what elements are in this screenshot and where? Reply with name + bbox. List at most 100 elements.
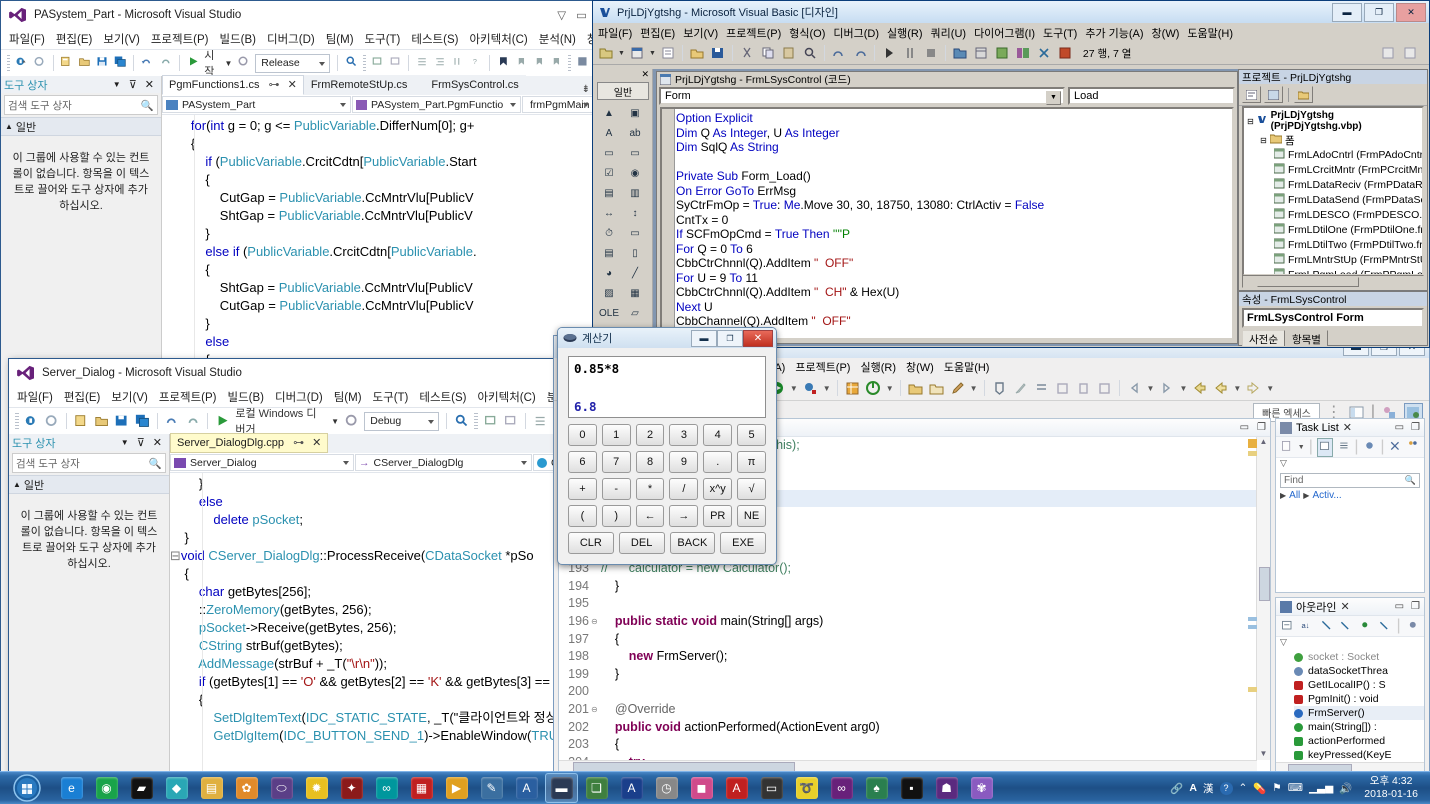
task-list-minimize-icon[interactable]: ▭ [1395, 422, 1404, 433]
project-hscroll-thumb[interactable] [1257, 277, 1359, 287]
calc-key-3[interactable]: 3 [669, 424, 699, 446]
outline-collapse-row[interactable]: ▽ [1276, 637, 1424, 650]
calc-key-2[interactable]: 2 [635, 424, 665, 446]
menu-file[interactable]: 파일(F) [17, 389, 53, 405]
timer-icon[interactable]: ⏱ [596, 223, 622, 243]
vb6-project-explorer[interactable]: 프로젝트 - PrjLDjYgtshg ⊟ PrjLDjYgtshg (PrjP… [1238, 69, 1428, 291]
vb6-maximize-button[interactable]: ❐ [1364, 2, 1394, 22]
menu-project[interactable]: 프로젝트(P) [151, 31, 209, 47]
start-debug-icon[interactable] [187, 55, 200, 72]
menu-project[interactable]: 프로젝트(P) [726, 25, 781, 41]
outline-item[interactable]: FrmServer() [1294, 706, 1424, 720]
vb6-properties-window[interactable]: 속성 - FrmLSysControl FrmLSysControl Form … [1238, 291, 1428, 346]
tab-serverdialogdlg-cpp[interactable]: Server_DialogDlg.cpp ⊶ ✕ [170, 433, 329, 453]
last-edit-icon[interactable] [1096, 380, 1113, 397]
sort-alpha-icon[interactable]: a↓ [1299, 618, 1313, 635]
calculator-display[interactable]: 0.85*8 6.8 [568, 356, 766, 418]
task-list-filters[interactable]: ▶ All ▶ Activ... [1276, 490, 1424, 501]
tab-pin-icon[interactable]: ⊶ [287, 437, 304, 449]
search-pencil-icon[interactable] [949, 380, 966, 397]
ime-A-icon[interactable]: A [1189, 782, 1197, 794]
outline-item[interactable]: socket : Socket [1294, 650, 1424, 664]
chevron-down-icon[interactable]: ▼ [1298, 444, 1305, 451]
hide-local-icon[interactable] [1377, 618, 1391, 635]
menu-debug[interactable]: 디버그(D) [833, 25, 879, 41]
ime-han-icon[interactable]: 漢 [1203, 781, 1214, 796]
fold-marker[interactable]: ⊖ [591, 613, 601, 631]
back-icon[interactable] [1191, 380, 1208, 397]
navbar-class[interactable]: → CServer_DialogDlg [355, 454, 532, 471]
toolbar-grip-3[interactable] [568, 55, 572, 71]
taskbar-item-banana-yellow[interactable]: ➰ [790, 773, 823, 803]
fold-marker[interactable]: ⊖ [591, 701, 601, 719]
vs-pasystem-titlebar[interactable]: PASystem_Part - Microsoft Visual Studio … [1, 1, 595, 29]
vb6-object-combo-arrow[interactable]: ▼ [1046, 91, 1061, 105]
taskbar-item-app-teal[interactable]: ◆ [160, 773, 193, 803]
forward-icon[interactable] [1245, 380, 1262, 397]
calc-key-del[interactable]: DEL [618, 532, 665, 554]
project-form-item[interactable]: FrmLDataReciv (FrmPDataReciv.f [1244, 178, 1422, 193]
taskbar-item-abc-spellcheck[interactable]: A [615, 773, 648, 803]
toggle-mark-icon[interactable] [1075, 380, 1092, 397]
indent-icon[interactable] [533, 413, 548, 430]
open-resource-icon[interactable] [928, 380, 945, 397]
uncomment-icon[interactable] [389, 55, 402, 72]
open-project-icon[interactable] [688, 44, 706, 62]
taskbar-item-paint-palette[interactable]: ✾ [965, 773, 998, 803]
expander-icon[interactable]: ▲ [13, 480, 21, 489]
task-list-view[interactable]: Task List ✕ ▭ ❐ ▼ | | | ▽ Find 🔍 ▶ All ▶… [1275, 418, 1425, 593]
menu-addins[interactable]: 추가 기능(A) [1085, 25, 1143, 41]
taskbar-item-chip-red[interactable]: ▦ [405, 773, 438, 803]
copy-icon[interactable] [759, 44, 777, 62]
project-form-item[interactable]: FrmLDESCO (FrmPDESCO.frm) [1244, 208, 1422, 223]
data-view-icon[interactable] [1056, 44, 1074, 62]
fold-marker[interactable] [591, 578, 601, 596]
find-icon[interactable] [801, 44, 819, 62]
filter-icon[interactable] [1388, 439, 1402, 456]
taskbar-item-console-black[interactable]: ▪ [895, 773, 928, 803]
hide-nonpublic-icon[interactable] [1358, 618, 1372, 635]
project-tree[interactable]: ⊟ PrjLDjYgtshg (PrjPDjYgtshg.vbp) ⊟ 폼 Fr… [1242, 106, 1424, 276]
menu-view[interactable]: 보기(V) [103, 31, 140, 47]
menu-project[interactable]: 프로젝트(P) [795, 359, 850, 375]
vs-server-toolbar[interactable]: 로컬 Windows 디버거 ▼ Debug [9, 407, 595, 436]
vb6-code-window[interactable]: PrjLDjYgtshg - FrmLSysControl (코드) Form … [656, 71, 1238, 344]
toolbox-pin-icon[interactable]: ⊽ [125, 78, 141, 91]
menu-project[interactable]: 프로젝트(P) [159, 389, 217, 405]
project-form-item[interactable]: FrmLAdoCntrl (FrmPAdoCntrl.frm) [1244, 148, 1422, 163]
taskbar-item-app-purple[interactable]: ⬭ [265, 773, 298, 803]
calc-key-5[interactable]: 5 [737, 424, 766, 446]
project-form-item[interactable]: FrmLMntrStUp (FrmPMntrStUp.frm [1244, 253, 1422, 268]
tab-pgmfunctions1[interactable]: PgmFunctions1.cs ⊶ ✕ [162, 75, 304, 95]
chevron-down-icon[interactable]: ▼ [790, 384, 798, 393]
project-explorer-icon[interactable] [951, 44, 969, 62]
optionbutton-icon[interactable]: ◉ [622, 163, 648, 183]
overview-marker-2[interactable] [1248, 451, 1257, 456]
menu-file[interactable]: 파일(F) [598, 25, 632, 41]
taskbar-clock[interactable]: 오후 4:32 2018-01-16 [1358, 775, 1424, 801]
menu-run[interactable]: 실행(R) [887, 25, 923, 41]
vb6-code-area[interactable]: Option Explicit Dim Q As Integer, U As In… [660, 107, 1234, 340]
bookmark-prev-icon[interactable] [533, 55, 546, 72]
overview-marker-4[interactable] [1248, 625, 1257, 629]
task-filter-active[interactable]: Activ... [1312, 490, 1341, 501]
calc-key-1[interactable]: 1 [601, 424, 631, 446]
add-project-icon[interactable] [597, 44, 615, 62]
hide-fields-icon[interactable] [1319, 618, 1333, 635]
fold-marker[interactable] [591, 719, 601, 737]
taskbar-item-javaide-purple[interactable]: ☗ [930, 773, 963, 803]
start-button[interactable] [0, 773, 54, 803]
chevron-down-icon[interactable]: ▼ [618, 50, 625, 57]
help-icon[interactable]: ? [1219, 781, 1233, 795]
calc-key-clr[interactable]: CLR [568, 532, 614, 554]
toolbox-dropdown-icon[interactable]: ▼ [117, 438, 133, 447]
taskbar-item-internet-explorer[interactable]: e [55, 773, 88, 803]
bookmark-next-icon[interactable] [515, 55, 528, 72]
pointer-icon[interactable]: ▲ [596, 103, 622, 123]
outline-item[interactable]: dataSocketThrea [1294, 664, 1424, 678]
vscrollbar-icon[interactable]: ↕ [622, 203, 648, 223]
tree-expander-icon-2[interactable]: ⊟ [1260, 136, 1270, 145]
comment-icon[interactable] [371, 55, 384, 72]
project-form-item[interactable]: FrmLDtilOne (FrmPDtilOne.frm) [1244, 223, 1422, 238]
windows-taskbar[interactable]: e ◉ ▰ ◆ ▤ ✿ ⬭ ✹ ✦ ∞ ▦ ▶ ✎ A ▬ ❏ A ◷ ◼ A ▭ ➰ ∞ ♠ ▪ ☗ ✾ 🔗 A 漢 ? ⌃ 💊 … [0, 771, 1430, 804]
